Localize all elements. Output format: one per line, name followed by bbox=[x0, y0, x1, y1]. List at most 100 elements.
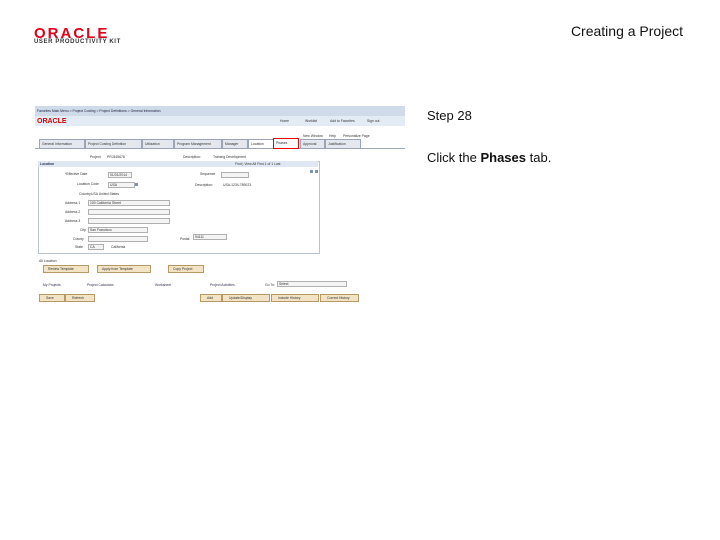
state-field[interactable]: CA bbox=[88, 244, 104, 250]
location-code-value: USA bbox=[110, 183, 117, 187]
desc-value: Training Development bbox=[213, 155, 247, 159]
instruction-target: Phases bbox=[480, 150, 527, 165]
description-value: USA-1234-789023 bbox=[223, 183, 252, 187]
link-worksheet[interactable]: Worksheet bbox=[155, 283, 171, 287]
sequence-label: Sequence bbox=[200, 172, 216, 176]
project-label: Project: bbox=[90, 155, 102, 159]
address3-field[interactable] bbox=[88, 218, 170, 224]
tab-label: Manager bbox=[225, 142, 239, 146]
address1-label: Address 1 bbox=[65, 201, 81, 205]
state-value: CA bbox=[90, 245, 95, 249]
include-history-button[interactable]: Include History bbox=[271, 294, 319, 302]
address1-field[interactable]: 100 California Street bbox=[88, 200, 170, 206]
tab-location[interactable]: Location bbox=[248, 139, 274, 149]
postal-value: 94111 bbox=[195, 235, 204, 239]
project-value: PRJ345678 bbox=[107, 155, 125, 159]
tab-label: Phases bbox=[276, 141, 288, 145]
instruction-suffix: tab. bbox=[526, 150, 552, 165]
lookup-icon[interactable] bbox=[135, 183, 138, 186]
effective-date-label: *Effective Date bbox=[65, 172, 88, 176]
button-label: Update/Display bbox=[229, 296, 252, 300]
button-label: Add bbox=[207, 296, 214, 300]
tab-label: Utilization bbox=[145, 142, 160, 146]
country-label: Country bbox=[79, 192, 91, 196]
link-project-calculator[interactable]: Project Calculator bbox=[87, 283, 114, 287]
county-label: County bbox=[73, 237, 84, 241]
tab-label: Program Management bbox=[177, 142, 211, 146]
button-label: Apply from Template bbox=[102, 267, 133, 271]
address2-field[interactable] bbox=[88, 209, 170, 215]
goto-value: Select bbox=[279, 282, 289, 286]
tab-label: Location bbox=[251, 142, 264, 146]
slide-title: Creating a Project bbox=[570, 23, 683, 39]
tab-program-management[interactable]: Program Management bbox=[174, 139, 222, 149]
apply-from-template-button[interactable]: Apply from Template bbox=[97, 265, 151, 273]
county-field[interactable] bbox=[88, 236, 148, 242]
top-link-worklist[interactable]: Worklist bbox=[305, 119, 317, 123]
button-label: Review Template bbox=[48, 267, 74, 271]
effective-date-field[interactable]: 01/01/2014 bbox=[108, 172, 132, 178]
city-field[interactable]: San Francisco bbox=[88, 227, 148, 233]
tab-utilization[interactable]: Utilization bbox=[142, 139, 174, 149]
review-template-button[interactable]: Review Template bbox=[43, 265, 89, 273]
location-code-field[interactable]: USA bbox=[108, 182, 135, 188]
address2-label: Address 2 bbox=[65, 210, 81, 214]
update-display-button[interactable]: Update/Display bbox=[222, 294, 270, 302]
link-help[interactable]: Help bbox=[329, 134, 336, 138]
state-label: State bbox=[75, 245, 83, 249]
tab-justification[interactable]: Justification bbox=[325, 139, 361, 149]
link-personalize[interactable]: Personalize Page bbox=[343, 134, 370, 138]
add-button[interactable]: Add bbox=[200, 294, 222, 302]
link-new-window[interactable]: New Window bbox=[303, 134, 323, 138]
link-my-projects[interactable]: My Projects bbox=[43, 283, 61, 287]
breadcrumb: Favorites Main Menu > Project Costing > … bbox=[37, 109, 161, 113]
address1-value: 100 California Street bbox=[90, 201, 121, 205]
country-value: USA United States bbox=[91, 192, 120, 196]
tab-label: Justification bbox=[328, 142, 346, 146]
city-label: City bbox=[80, 228, 86, 232]
top-link-home[interactable]: Home bbox=[280, 119, 289, 123]
top-link-favorites[interactable]: Add to Favorites bbox=[330, 119, 355, 123]
tab-general-information[interactable]: General Information bbox=[39, 139, 85, 149]
top-link-signout[interactable]: Sign out bbox=[367, 119, 379, 123]
section-nav[interactable]: Find | View All First 1 of 1 Last bbox=[235, 162, 280, 166]
app-brand-logo: ORACLE bbox=[37, 118, 67, 125]
instruction-prefix: Click the bbox=[427, 150, 481, 165]
refresh-button[interactable]: Refresh bbox=[65, 294, 95, 302]
button-label: Save bbox=[46, 296, 54, 300]
location-code-label: Location Code bbox=[77, 182, 99, 186]
desc-label: Description: bbox=[183, 155, 201, 159]
button-label: Include History bbox=[278, 296, 301, 300]
add-row-icon[interactable] bbox=[310, 170, 313, 173]
button-label: Refresh bbox=[72, 296, 84, 300]
step-number: Step 28 bbox=[427, 108, 472, 123]
tab-label: General Information bbox=[42, 142, 72, 146]
tab-bar: General Information Project Costing Defi… bbox=[35, 138, 405, 149]
link-project-activities[interactable]: Project Activities bbox=[210, 283, 235, 287]
goto-select[interactable]: Select bbox=[277, 281, 347, 287]
button-label: Correct History bbox=[327, 296, 350, 300]
button-label: Copy Project bbox=[173, 267, 193, 271]
app-screenshot: Favorites Main Menu > Project Costing > … bbox=[35, 104, 405, 304]
correct-history-button[interactable]: Correct History bbox=[320, 294, 359, 302]
tab-phases[interactable]: Phases bbox=[273, 138, 299, 149]
upk-logo-subtitle: USER PRODUCTIVITY KIT bbox=[34, 39, 121, 45]
city-value: San Francisco bbox=[90, 228, 112, 232]
tab-label: Approval bbox=[303, 142, 317, 146]
save-button[interactable]: Save bbox=[39, 294, 65, 302]
tab-label: Project Costing Definition bbox=[88, 142, 127, 146]
tab-manager[interactable]: Manager bbox=[222, 139, 248, 149]
tab-project-costing-definition[interactable]: Project Costing Definition bbox=[85, 139, 142, 149]
tab-approval[interactable]: Approval bbox=[300, 139, 325, 149]
postal-field[interactable]: 94111 bbox=[193, 234, 227, 240]
description-label: Description: bbox=[195, 183, 213, 187]
sequence-field[interactable] bbox=[221, 172, 249, 178]
address3-label: Address 3 bbox=[65, 219, 81, 223]
effective-date-value: 01/01/2014 bbox=[110, 173, 127, 177]
postal-label: Postal bbox=[180, 237, 190, 241]
copy-project-button[interactable]: Copy Project bbox=[168, 265, 204, 273]
step-instruction: Click the Phases tab. bbox=[427, 150, 551, 165]
all-location-link[interactable]: All Location bbox=[39, 259, 57, 263]
section-title: Location bbox=[40, 162, 55, 166]
delete-row-icon[interactable] bbox=[315, 170, 318, 173]
